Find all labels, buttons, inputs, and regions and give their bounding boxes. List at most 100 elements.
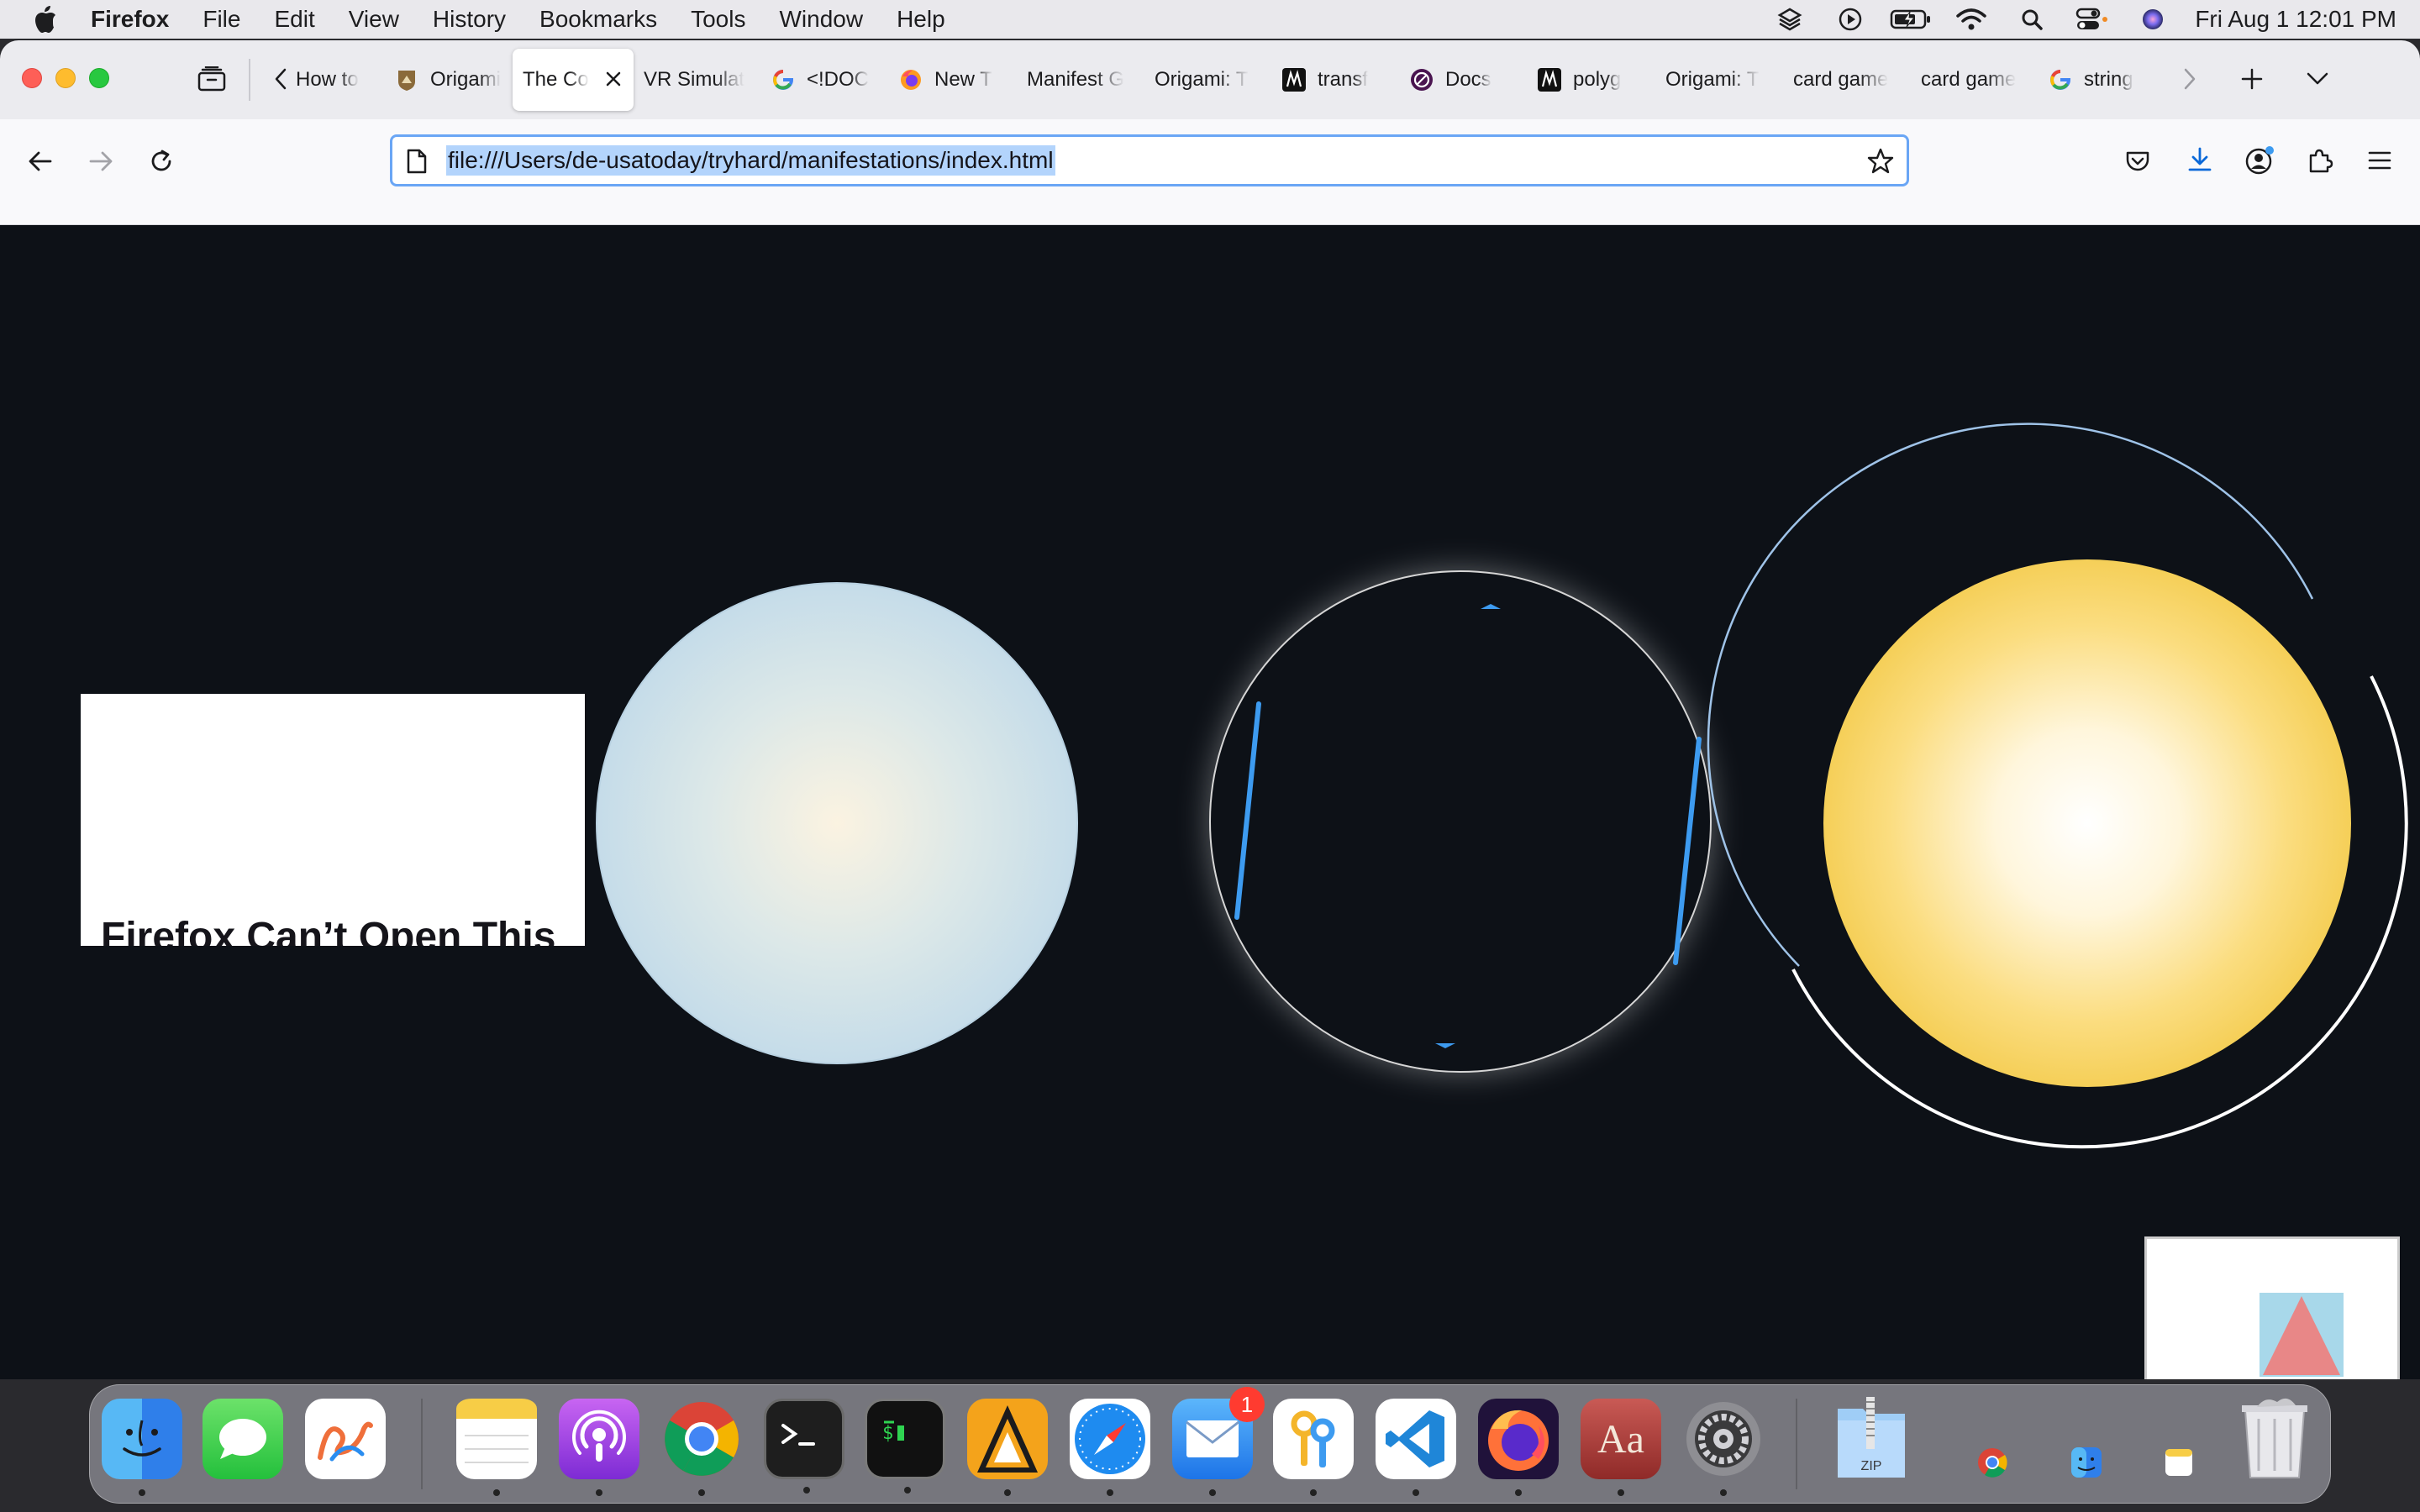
extensions-puzzle-icon[interactable] <box>2304 144 2336 176</box>
safari-icon[interactable] <box>1070 1399 1150 1496</box>
minimize-window-button[interactable] <box>55 68 76 88</box>
tab-origami-t[interactable]: Origami: T <box>1144 49 1272 111</box>
dock-divider <box>1796 1399 1797 1489</box>
url-text[interactable]: file:///Users/de-usatoday/tryhard/manife… <box>446 145 1055 176</box>
vscode-icon[interactable] <box>1376 1399 1456 1496</box>
tab-the-co-active[interactable]: The Co <box>513 49 634 111</box>
running-indicator <box>803 1487 810 1494</box>
iterm-icon[interactable]: $ <box>865 1399 945 1494</box>
reload-icon[interactable] <box>145 144 178 178</box>
bookmark-star-icon[interactable] <box>1866 147 1895 180</box>
tab-transf[interactable]: transf <box>1272 49 1400 111</box>
control-center-icon[interactable] <box>2062 0 2123 39</box>
pocket-icon[interactable] <box>2123 146 2153 176</box>
tab-label: <!DOC <box>807 68 870 91</box>
menu-help[interactable]: Help <box>880 6 962 33</box>
dark-orb <box>1209 570 1712 1073</box>
tab-manifest[interactable]: Manifest G <box>1017 49 1144 111</box>
tab-strip: How to Origami The Co VR Simulat <!DOC N… <box>286 49 2168 111</box>
preview-card[interactable] <box>2144 1236 2400 1379</box>
menu-file[interactable]: File <box>186 6 257 33</box>
zoom-window-button[interactable] <box>89 68 109 88</box>
menu-app-name[interactable]: Firefox <box>91 6 186 33</box>
hamburger-menu-icon[interactable] <box>2363 144 2396 176</box>
tab-string[interactable]: string <box>2039 49 2166 111</box>
firefox-view-icon[interactable] <box>195 62 229 96</box>
mail-icon[interactable]: 1 <box>1172 1387 1265 1496</box>
terminal-icon[interactable] <box>764 1399 844 1494</box>
apple-menu-icon[interactable] <box>0 5 91 34</box>
menu-window[interactable]: Window <box>762 6 880 33</box>
messages-icon[interactable] <box>203 1399 283 1479</box>
mail-unread-badge: 1 <box>1229 1387 1265 1422</box>
tab-bar: How to Origami The Co VR Simulat <!DOC N… <box>0 40 2420 119</box>
trash-icon[interactable] <box>2233 1392 2317 1484</box>
menu-edit[interactable]: Edit <box>257 6 331 33</box>
chrome-icon[interactable] <box>661 1399 742 1496</box>
close-window-button[interactable] <box>22 68 42 88</box>
back-arrow-icon[interactable] <box>24 144 57 178</box>
dock: $ 1 Aa ZIP <box>89 1384 2331 1504</box>
tab-origami-t-2[interactable]: Origami: T <box>1655 49 1783 111</box>
navigation-toolbar: file:///Users/de-usatoday/tryhard/manife… <box>0 119 2420 225</box>
layers-icon[interactable] <box>1760 0 1820 39</box>
notes-mini-icon[interactable] <box>2162 1446 2196 1479</box>
running-indicator <box>1310 1489 1317 1496</box>
vlc-icon[interactable] <box>967 1399 1048 1496</box>
page-document-icon[interactable] <box>406 149 428 178</box>
golden-sun-orb <box>1823 559 2351 1087</box>
running-indicator <box>1515 1489 1522 1496</box>
tab-label: Origami <box>430 68 502 91</box>
menu-tools[interactable]: Tools <box>674 6 762 33</box>
downloads-icon[interactable] <box>2183 143 2217 176</box>
siri-icon[interactable] <box>2123 0 2183 39</box>
menu-bookmarks[interactable]: Bookmarks <box>523 6 674 33</box>
tab-polyg[interactable]: polyg <box>1528 49 1655 111</box>
freeform-icon[interactable] <box>305 1399 386 1479</box>
wifi-icon[interactable] <box>1941 0 2002 39</box>
running-indicator <box>1004 1489 1011 1496</box>
tab-how-to[interactable]: How to <box>286 49 385 111</box>
play-circle-icon[interactable] <box>1820 0 1881 39</box>
chrome-mini-icon[interactable] <box>1975 1446 2009 1479</box>
close-tab-icon[interactable] <box>603 69 623 95</box>
tab-bar-divider <box>249 59 250 101</box>
tab-card-game-2[interactable]: card game <box>1911 49 2039 111</box>
svg-text:$: $ <box>882 1423 893 1444</box>
system-settings-icon[interactable] <box>1683 1399 1764 1496</box>
google-icon <box>771 68 795 92</box>
tab-docs[interactable]: Docs <box>1400 49 1528 111</box>
error-page-title: Firefox Can’t Open This <box>101 915 556 946</box>
menubar-clock[interactable]: Fri Aug 1 12:01 PM <box>2183 6 2396 33</box>
running-indicator <box>1209 1489 1216 1496</box>
finder-mini-icon[interactable] <box>2070 1446 2103 1479</box>
tab-card-game[interactable]: card game <box>1783 49 1911 111</box>
finder-icon[interactable] <box>102 1399 182 1496</box>
keychain-icon[interactable] <box>1273 1399 1354 1496</box>
tab-new-tab[interactable]: New T <box>889 49 1017 111</box>
forward-arrow-icon[interactable] <box>84 144 118 178</box>
tab-label: How to <box>296 68 359 91</box>
account-avatar-icon[interactable] <box>2242 143 2277 178</box>
notes-icon[interactable] <box>456 1399 537 1496</box>
scroll-tabs-right-icon[interactable] <box>2176 66 2203 92</box>
tab-origami[interactable]: Origami <box>385 49 513 111</box>
dictionary-icon[interactable]: Aa <box>1581 1399 1661 1496</box>
new-tab-plus-icon[interactable] <box>2237 64 2267 94</box>
podcasts-icon[interactable] <box>559 1399 639 1496</box>
menu-view[interactable]: View <box>332 6 416 33</box>
url-bar[interactable]: file:///Users/de-usatoday/tryhard/manife… <box>390 134 1909 186</box>
google-icon <box>2049 68 2072 92</box>
pale-blue-orb <box>596 582 1078 1064</box>
tab-doc-google[interactable]: <!DOC <box>761 49 889 111</box>
tab-vr-simulat[interactable]: VR Simulat <box>634 49 761 111</box>
list-all-tabs-chevron-down-icon[interactable] <box>2302 66 2333 92</box>
status-area: Fri Aug 1 12:01 PM <box>1760 0 2396 39</box>
tab-label: polyg <box>1573 68 1622 91</box>
zip-archive-icon[interactable]: ZIP <box>1831 1397 1912 1479</box>
firefox-icon[interactable] <box>1478 1399 1559 1496</box>
battery-charging-icon[interactable] <box>1881 0 1941 39</box>
menu-history[interactable]: History <box>416 6 523 33</box>
tab-label: string <box>2084 68 2133 91</box>
spotlight-search-icon[interactable] <box>2002 0 2062 39</box>
